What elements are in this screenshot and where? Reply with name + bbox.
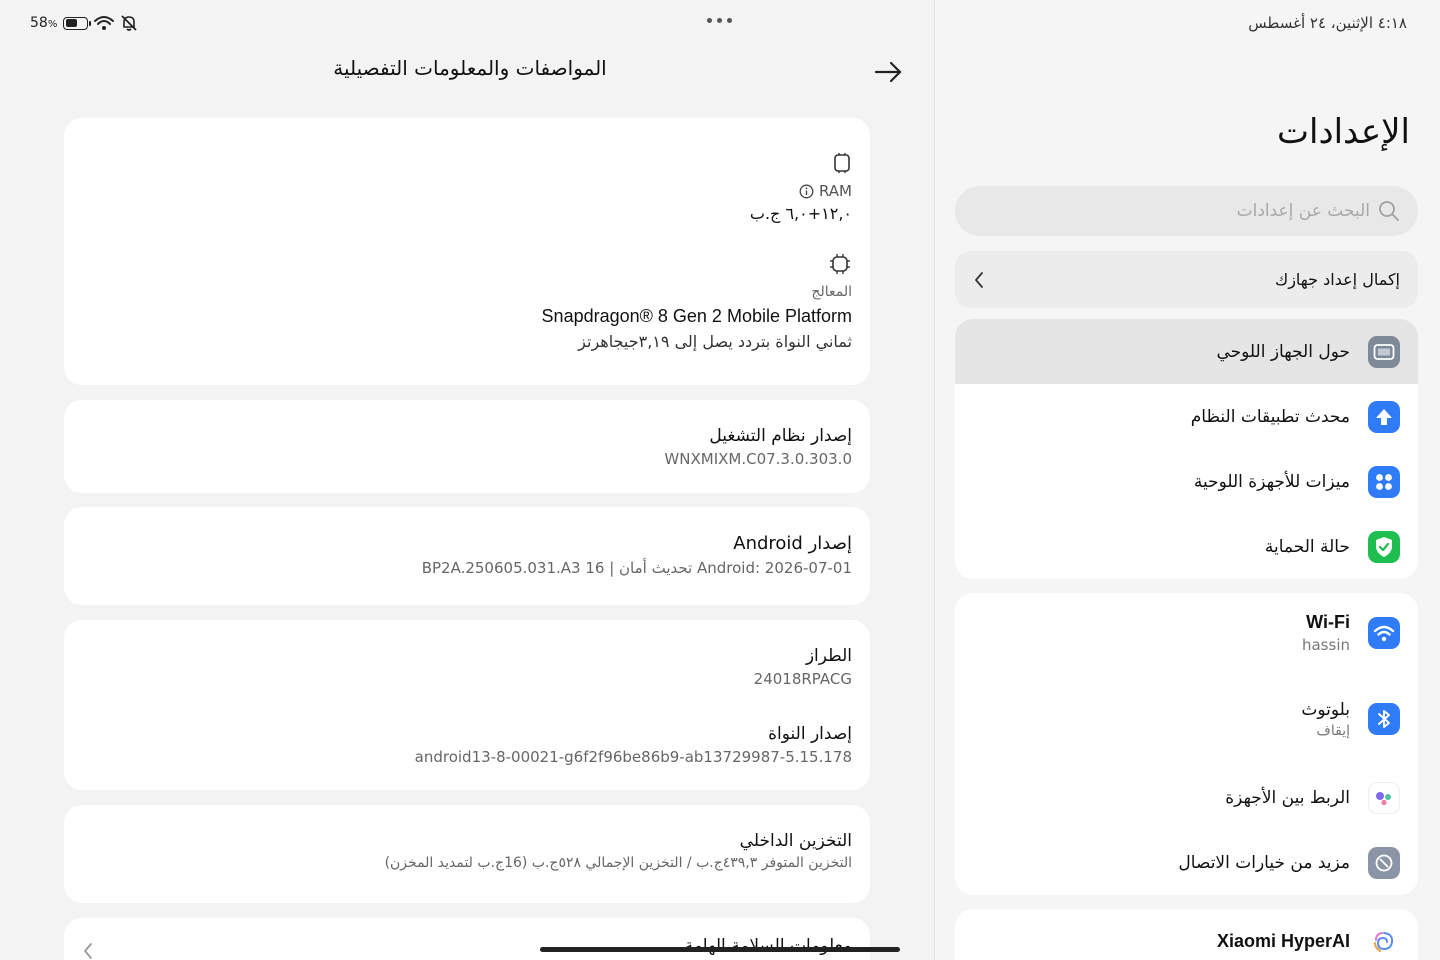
wifi-label: Wi-Fi — [1306, 612, 1350, 632]
hyperai-label: Xiaomi HyperAI — [1216, 931, 1350, 951]
model-value: 24018RPACG — [753, 670, 852, 688]
ai-group: Xiaomi HyperAI — [955, 909, 1418, 960]
search-icon — [1379, 201, 1399, 221]
chevron-left-icon — [975, 271, 983, 288]
processor-description: ثماني النواة بتردد يصل إلى ٣,١٩جيجاهرتز — [578, 332, 852, 351]
device-settings-group: حول الجهاز اللوحي محدث تطبيقات النظام مي… — [955, 319, 1418, 579]
connectivity-group: Wi-Fi hassin بلوتوث إيقاف الربط بين الأج… — [955, 593, 1418, 895]
bluetooth-icon — [1368, 703, 1400, 735]
grid-dots-icon — [1368, 465, 1400, 498]
android-version-value: Android: 2026-07-01 تحديث أمان | BP2A.25… — [421, 559, 852, 577]
page-title: المواصفات والمعلومات التفصيلية — [333, 56, 607, 80]
settings-item-more-connections[interactable]: مزيد من خيارات الاتصال — [955, 830, 1418, 895]
processor-spec: المعالج Snapdragon® 8 Gen 2 Mobile Platf… — [542, 252, 852, 351]
wifi-status-icon — [94, 16, 115, 30]
settings-item-about-tablet[interactable]: حول الجهاز اللوحي — [955, 319, 1418, 384]
settings-item-label: حالة الحماية — [1264, 536, 1350, 557]
os-version-label: إصدار نظام التشغيل — [709, 426, 852, 446]
ram-label-row: RAM — [750, 182, 852, 200]
os-version-block: إصدار نظام التشغيل WNXMIXM.C07.3.0.303.0 — [664, 426, 852, 468]
detail-pane: 58% المواصفات والمعلومات التفصيلية RAM ١… — [0, 0, 934, 960]
settings-item-wifi[interactable]: Wi-Fi hassin — [955, 593, 1418, 673]
complete-setup-label: إكمال إعداد جهازك — [1275, 270, 1400, 289]
hardware-card: RAM ١٢,٠+٦,٠ ج.ب المعالج Snapdragon® 8 G… — [64, 118, 870, 385]
device-link-icon — [1368, 781, 1400, 814]
shield-check-icon — [1368, 530, 1400, 563]
bluetooth-label: بلوتوث — [1301, 699, 1350, 720]
storage-block: التخزين الداخلي التخزين المتوفر ٤٣٩,٣ج.ب… — [385, 831, 852, 871]
kernel-label: إصدار النواة — [768, 724, 852, 744]
settings-item-bluetooth[interactable]: بلوتوث إيقاف — [955, 679, 1418, 759]
android-version-block: إصدار Android Android: 2026-07-01 تحديث … — [422, 533, 852, 577]
android-version-card[interactable]: إصدار Android Android: 2026-07-01 تحديث … — [64, 507, 870, 605]
storage-value: التخزين المتوفر ٤٣٩,٣ج.ب / التخزين الإجم… — [384, 855, 852, 871]
hyperai-swirl-icon — [1368, 925, 1400, 958]
chevron-left-icon — [84, 943, 92, 959]
complete-setup-item[interactable]: إكمال إعداد جهازك — [955, 251, 1418, 308]
settings-item-device-link[interactable]: الربط بين الأجهزة — [955, 765, 1418, 830]
battery-percent: 58% — [30, 15, 57, 31]
safety-info-card[interactable]: معلومات السلامة الهامة — [64, 918, 870, 960]
settings-item-label: حول الجهاز اللوحي — [1216, 341, 1350, 362]
model-label: الطراز — [805, 646, 852, 666]
bluetooth-status: إيقاف — [1316, 722, 1350, 739]
ram-spec: RAM ١٢,٠+٦,٠ ج.ب — [750, 152, 852, 223]
kernel-value: android13-8-00021-g6f2f96be86b9-ab137299… — [414, 748, 852, 766]
battery-fill — [65, 19, 77, 27]
status-datetime: ٤:١٨ الإثنين، ٢٤ أغسطس — [1248, 14, 1407, 32]
settings-item-label: الربط بين الأجهزة — [1225, 787, 1350, 808]
settings-item-tablet-features[interactable]: ميزات للأجهزة اللوحية — [955, 449, 1418, 514]
settings-item-protection-status[interactable]: حالة الحماية — [955, 514, 1418, 579]
search-placeholder: البحث عن إعدادات — [1236, 201, 1370, 221]
battery-icon — [63, 16, 92, 30]
storage-card[interactable]: التخزين الداخلي التخزين المتوفر ٤٣٩,٣ج.ب… — [64, 805, 870, 903]
settings-pane: ٤:١٨ الإثنين، ٢٤ أغسطس الإعدادات البحث ع… — [935, 0, 1440, 960]
settings-item-hyperai[interactable]: Xiaomi HyperAI — [955, 909, 1418, 960]
processor-label: المعالج — [811, 284, 852, 300]
info-icon[interactable] — [799, 184, 814, 199]
processor-name: Snapdragon® 8 Gen 2 Mobile Platform — [541, 306, 852, 326]
safety-info-label: معلومات السلامة الهامة — [684, 936, 852, 956]
model-block: الطراز 24018RPACG — [754, 646, 852, 688]
status-bar: 58% — [30, 12, 138, 34]
ram-label: RAM — [818, 182, 852, 200]
wifi-text: Wi-Fi hassin — [1302, 612, 1350, 654]
upload-arrow-icon — [1368, 400, 1400, 433]
wifi-network-name: hassin — [1301, 636, 1350, 654]
home-indicator[interactable] — [540, 947, 900, 952]
settings-search[interactable]: البحث عن إعدادات — [955, 186, 1418, 236]
settings-item-label: محدث تطبيقات النظام — [1190, 406, 1350, 427]
settings-item-system-updater[interactable]: محدث تطبيقات النظام — [955, 384, 1418, 449]
battery-percent-value: 58 — [30, 15, 48, 31]
ram-value: ١٢,٠+٦,٠ ج.ب — [749, 204, 852, 223]
storage-label: التخزين الداخلي — [739, 831, 852, 851]
bluetooth-text: بلوتوث إيقاف — [1301, 700, 1350, 739]
model-kernel-card: الطراز 24018RPACG إصدار النواة android13… — [64, 620, 870, 790]
link-icon — [1368, 846, 1400, 879]
settings-item-label: مزيد من خيارات الاتصال — [1178, 852, 1350, 873]
back-arrow-icon[interactable] — [872, 58, 904, 86]
more-options-icon[interactable] — [707, 12, 735, 28]
memory-chip-icon — [834, 153, 850, 173]
android-version-label: إصدار Android — [733, 533, 852, 554]
os-version-card[interactable]: إصدار نظام التشغيل WNXMIXM.C07.3.0.303.0 — [64, 400, 870, 493]
os-version-value: WNXMIXM.C07.3.0.303.0 — [664, 450, 852, 468]
battery-percent-unit: % — [47, 19, 58, 30]
bell-muted-icon — [121, 15, 137, 31]
processor-chip-icon — [830, 254, 850, 274]
wifi-icon — [1368, 617, 1400, 649]
settings-title: الإعدادات — [1276, 112, 1410, 152]
settings-item-label: ميزات للأجهزة اللوحية — [1193, 471, 1350, 492]
kernel-block: إصدار النواة android13-8-00021-g6f2f96be… — [415, 724, 852, 766]
tablet-icon — [1368, 335, 1400, 368]
